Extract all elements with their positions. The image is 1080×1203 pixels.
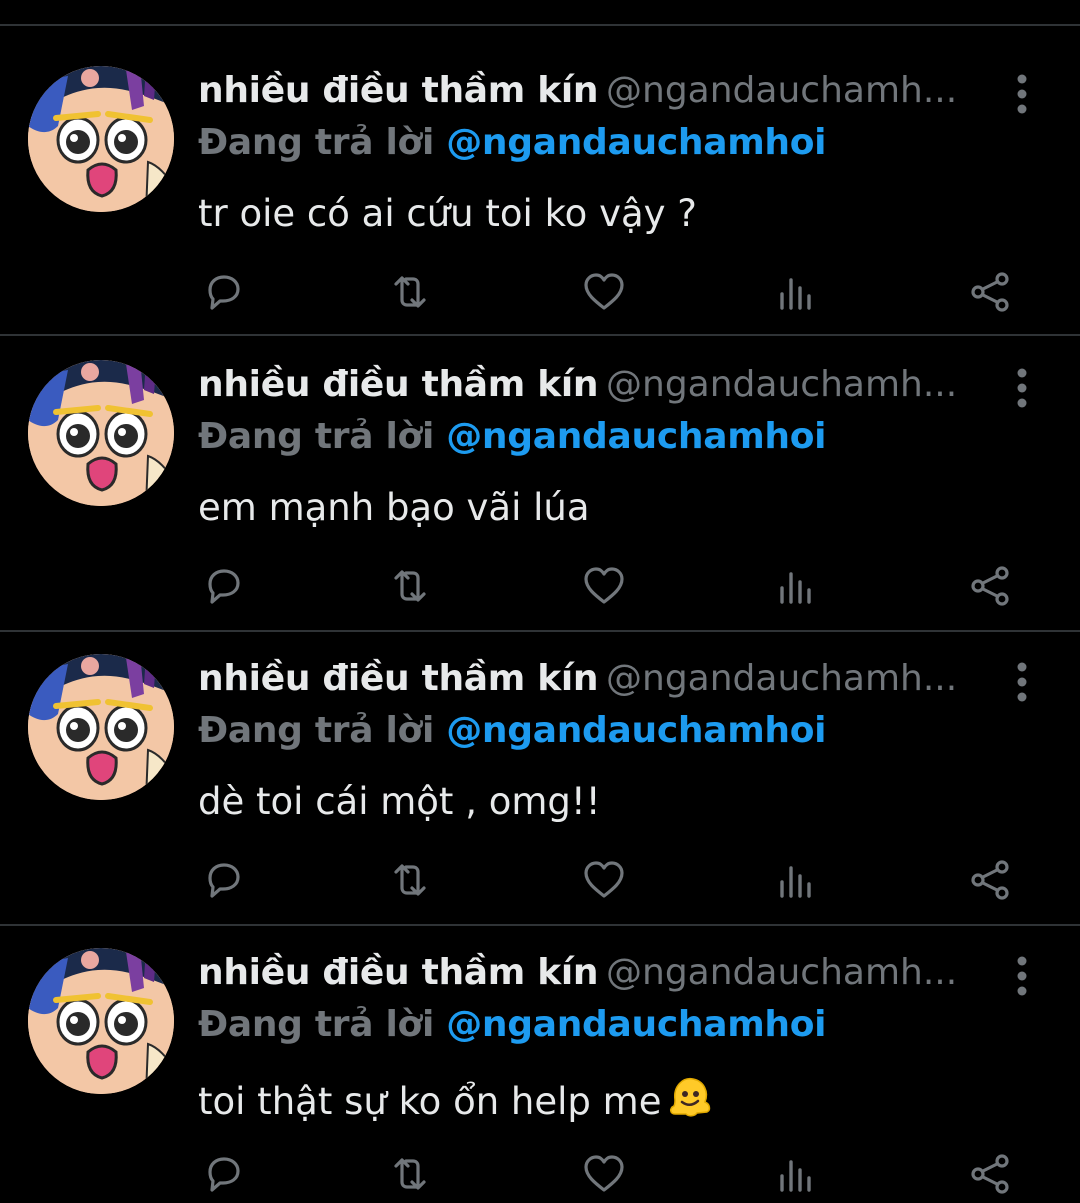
tweet[interactable]: nhiều điều thầm kín @ngandauchamh... Đan… — [0, 614, 1080, 908]
melting-face-emoji — [667, 1074, 713, 1129]
mention-link[interactable]: @ngandauchamhoi — [446, 122, 826, 163]
tweet-text: toi thật sự ko ổn help me — [198, 1074, 713, 1129]
share-icon[interactable] — [966, 268, 1014, 316]
retweet-icon[interactable] — [386, 856, 434, 904]
share-icon[interactable] — [966, 856, 1014, 904]
views-icon[interactable] — [772, 856, 820, 904]
replying-label: Đang trả lời — [198, 710, 434, 751]
user-handle[interactable]: @ngandauchamh... — [606, 952, 957, 993]
tweet-text: tr oie có ai cứu toi ko vậy ? — [198, 192, 697, 235]
replying-to: Đang trả lời @ngandauchamhoi — [198, 416, 827, 457]
views-icon[interactable] — [772, 1150, 820, 1198]
display-name[interactable]: nhiều điều thầm kín — [198, 952, 599, 993]
retweet-icon[interactable] — [386, 1150, 434, 1198]
avatar[interactable] — [28, 948, 174, 1094]
replying-to: Đang trả lời @ngandauchamhoi — [198, 1004, 827, 1045]
user-handle[interactable]: @ngandauchamh... — [606, 364, 957, 405]
display-name[interactable]: nhiều điều thầm kín — [198, 364, 599, 405]
display-name[interactable]: nhiều điều thầm kín — [198, 70, 599, 111]
tweet-text-content: toi thật sự ko ổn help me — [198, 1080, 662, 1123]
replying-label: Đang trả lời — [198, 1004, 434, 1045]
views-icon[interactable] — [772, 268, 820, 316]
like-icon[interactable] — [580, 268, 628, 316]
reply-feed: nhiều điều thầm kín @ngandauchamh... Đan… — [0, 0, 1080, 1203]
tweet[interactable]: nhiều điều thầm kín @ngandauchamh... Đan… — [0, 908, 1080, 1202]
user-handle[interactable]: @ngandauchamh... — [606, 70, 957, 111]
action-bar — [0, 268, 1080, 318]
replying-label: Đang trả lời — [198, 416, 434, 457]
tweet[interactable]: nhiều điều thầm kín @ngandauchamh... Đan… — [0, 320, 1080, 614]
display-name[interactable]: nhiều điều thầm kín — [198, 658, 599, 699]
reply-icon[interactable] — [198, 562, 246, 610]
more-vertical-icon[interactable] — [1002, 72, 1042, 116]
action-bar — [0, 856, 1080, 906]
action-bar — [0, 562, 1080, 612]
reply-icon[interactable] — [198, 1150, 246, 1198]
like-icon[interactable] — [580, 1150, 628, 1198]
replying-to: Đang trả lời @ngandauchamhoi — [198, 122, 827, 163]
retweet-icon[interactable] — [386, 562, 434, 610]
avatar[interactable] — [28, 66, 174, 212]
like-icon[interactable] — [580, 562, 628, 610]
tweet-text: em mạnh bạo vãi lúa — [198, 486, 590, 529]
avatar[interactable] — [28, 654, 174, 800]
mention-link[interactable]: @ngandauchamhoi — [446, 710, 826, 751]
reply-icon[interactable] — [198, 268, 246, 316]
more-vertical-icon[interactable] — [1002, 954, 1042, 998]
replying-to: Đang trả lời @ngandauchamhoi — [198, 710, 827, 751]
user-handle[interactable]: @ngandauchamh... — [606, 658, 957, 699]
more-vertical-icon[interactable] — [1002, 366, 1042, 410]
mention-link[interactable]: @ngandauchamhoi — [446, 1004, 826, 1045]
reply-icon[interactable] — [198, 856, 246, 904]
tweet[interactable]: nhiều điều thầm kín @ngandauchamh... Đan… — [0, 26, 1080, 320]
replying-label: Đang trả lời — [198, 122, 434, 163]
action-bar — [0, 1150, 1080, 1200]
more-vertical-icon[interactable] — [1002, 660, 1042, 704]
mention-link[interactable]: @ngandauchamhoi — [446, 416, 826, 457]
retweet-icon[interactable] — [386, 268, 434, 316]
share-icon[interactable] — [966, 1150, 1014, 1198]
views-icon[interactable] — [772, 562, 820, 610]
like-icon[interactable] — [580, 856, 628, 904]
tweet-text: dè toi cái một , omg!! — [198, 780, 601, 823]
share-icon[interactable] — [966, 562, 1014, 610]
avatar[interactable] — [28, 360, 174, 506]
